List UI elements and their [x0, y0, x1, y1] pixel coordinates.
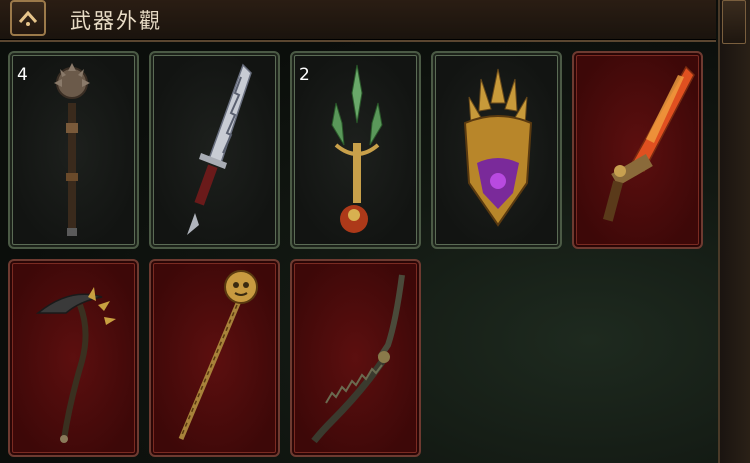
weapon-slot-bone-scythe[interactable]: [8, 259, 139, 457]
weapon-slot-jade-trident[interactable]: 2: [290, 51, 421, 249]
weapon-slot-golden-crown-shield[interactable]: [431, 51, 562, 249]
jade-trident-icon: [331, 64, 383, 233]
weapon-slot-spiked-mace[interactable]: 4: [8, 51, 139, 249]
skull-staff-icon: [178, 270, 258, 440]
spiked-mace-icon: [54, 63, 90, 236]
bone-scythe-icon: [35, 287, 116, 443]
flame-gun-blade-icon: [602, 65, 695, 222]
page-title: 武器外觀: [70, 9, 162, 33]
weapon-slot-flame-gun-blade[interactable]: [572, 51, 703, 249]
weapon-slot-dragon-blade[interactable]: [290, 259, 421, 457]
scroll-cap[interactable]: [722, 0, 746, 44]
weapon-slot-skull-staff[interactable]: [149, 259, 280, 457]
header-bar: 武器外觀: [0, 0, 716, 42]
weapon-slot-serrated-sword[interactable]: [149, 51, 280, 249]
chevron-up-icon: [18, 10, 38, 26]
dragon-blade-icon: [311, 274, 405, 444]
right-scroll-rail: [718, 0, 750, 463]
serrated-sword-icon: [187, 63, 252, 235]
golden-crown-shield-icon: [463, 68, 533, 227]
back-button[interactable]: [10, 0, 46, 36]
